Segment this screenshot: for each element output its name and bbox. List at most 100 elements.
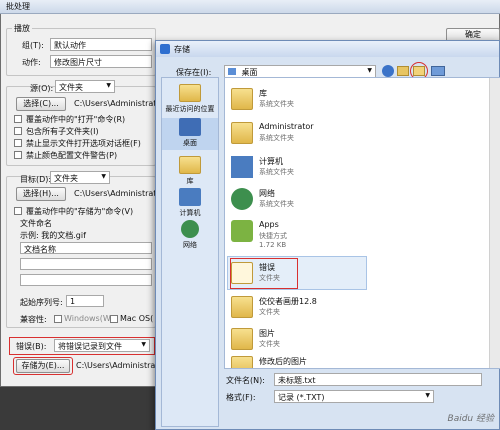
- filename-label: 文件名(N):: [226, 376, 265, 385]
- error-folder-icon: [231, 262, 253, 284]
- check-subfolders-label: 包含所有子文件夹(I): [26, 127, 99, 136]
- dest-value: 文件夹: [54, 174, 78, 183]
- naming-field-2[interactable]: [20, 258, 152, 270]
- naming-field-3[interactable]: [20, 274, 152, 286]
- dest-path: C:\Users\Administrator: [74, 189, 156, 198]
- check-subfolders[interactable]: [14, 127, 22, 135]
- play-group: [6, 28, 156, 76]
- start-serial-input[interactable]: 1: [66, 295, 104, 307]
- file-type: 快捷方式: [259, 232, 287, 240]
- play-group-legend: 播放: [12, 23, 32, 34]
- example-text: 示例: 我的文档.gif: [20, 231, 86, 240]
- file-item[interactable]: 图片 文件夹: [229, 326, 369, 354]
- action-select[interactable]: 修改图片尺寸: [50, 55, 152, 68]
- place-desktop-label: 桌面: [183, 139, 197, 147]
- check-override-open[interactable]: [14, 115, 22, 123]
- file-list-scrollbar[interactable]: [489, 78, 500, 368]
- chevron-down-icon: ▼: [367, 67, 372, 74]
- file-item[interactable]: 网络 系统文件夹: [229, 186, 369, 214]
- view-menu-icon[interactable]: [431, 66, 445, 76]
- computer-icon: [179, 188, 201, 206]
- format-value: 记录 (*.TXT): [278, 393, 325, 402]
- network-icon: [231, 188, 253, 210]
- place-libraries[interactable]: 库: [162, 156, 218, 186]
- action-value: 修改图片尺寸: [54, 58, 102, 67]
- chevron-down-icon: ▼: [106, 82, 111, 89]
- place-computer-label: 计算机: [179, 209, 201, 217]
- new-folder-icon[interactable]: [413, 66, 425, 76]
- file-name: Apps: [259, 220, 279, 229]
- source-choose-button[interactable]: 选择(C)...: [16, 97, 66, 111]
- dest-label: 目标(D):: [20, 175, 52, 184]
- action-label: 动作:: [22, 58, 41, 67]
- file-item[interactable]: 错误 文件夹: [229, 260, 369, 288]
- file-name: 佼佼者画册12.8: [259, 297, 317, 306]
- dest-choose-button[interactable]: 选择(H)...: [16, 187, 66, 201]
- place-recent-label: 最近访问的位置: [165, 105, 215, 113]
- file-item[interactable]: 计算机 系统文件夹: [229, 154, 369, 182]
- file-item[interactable]: 修改后的图片: [229, 354, 369, 368]
- file-size: 1.72 KB: [259, 241, 287, 249]
- check-compat-windows[interactable]: [54, 315, 62, 323]
- place-network-label: 网络: [183, 241, 197, 249]
- up-folder-icon[interactable]: [397, 66, 409, 76]
- file-type: 系统文件夹: [259, 200, 294, 208]
- source-select[interactable]: 文件夹 ▼: [55, 80, 115, 93]
- save-in-value: 桌面: [241, 68, 258, 77]
- file-item[interactable]: Apps 快捷方式 1.72 KB: [229, 218, 369, 254]
- dest-select[interactable]: 文件夹 ▼: [50, 171, 110, 184]
- chevron-down-icon: ▼: [101, 173, 106, 180]
- source-label: 源(O):: [30, 84, 54, 93]
- batch-titlebar: 批处理: [0, 0, 500, 14]
- chevron-down-icon: ▼: [425, 392, 430, 399]
- compat-label: 兼容性:: [20, 315, 47, 324]
- save-dialog: 存储 保存在(I): 桌面 ▼ 最近访问的位置 桌面 库 计算机 网络 库系统文…: [155, 40, 500, 430]
- file-item[interactable]: 库系统文件夹: [229, 86, 369, 114]
- desktop-icon: [179, 118, 201, 136]
- compat-windows-label: Windows(W): [64, 314, 114, 323]
- file-name: Administrator: [259, 122, 314, 131]
- errors-label: 错误(B):: [16, 342, 47, 351]
- file-name: 错误: [259, 263, 275, 272]
- file-type: 系统文件夹: [259, 134, 294, 142]
- computer-icon: [231, 156, 253, 178]
- app-icon: [160, 44, 170, 54]
- back-icon[interactable]: [382, 65, 394, 77]
- places-bar: 最近访问的位置 桌面 库 计算机 网络: [161, 77, 219, 427]
- place-computer[interactable]: 计算机: [162, 188, 218, 218]
- check-suppress-color-label: 禁止颜色配置文件警告(P): [26, 151, 118, 160]
- file-type: 系统文件夹: [259, 168, 294, 176]
- check-compat-macos[interactable]: [110, 315, 118, 323]
- libraries-icon: [179, 156, 201, 174]
- save-as-path: C:\Users\Administrator: [76, 361, 156, 370]
- batch-title: 批处理: [6, 2, 30, 11]
- save-dialog-titlebar: 存储: [156, 41, 499, 57]
- place-desktop[interactable]: 桌面: [162, 118, 218, 150]
- set-value: 默认动作: [54, 41, 86, 50]
- apps-shortcut-icon: [231, 220, 253, 242]
- file-list[interactable]: 库系统文件夹 Administrator 系统文件夹 计算机 系统文件夹 网络 系统文…: [224, 77, 500, 369]
- check-override-save-label: 覆盖动作中的"存储为"命令(V): [26, 207, 134, 216]
- naming-field-1[interactable]: 文档名称: [20, 242, 152, 254]
- set-select[interactable]: 默认动作: [50, 38, 152, 51]
- check-suppress-color[interactable]: [14, 151, 22, 159]
- start-serial-label: 起始序列号:: [20, 298, 63, 307]
- file-type: 系统文件夹: [259, 100, 294, 108]
- place-recent[interactable]: 最近访问的位置: [162, 84, 218, 114]
- source-value: 文件夹: [59, 83, 83, 92]
- save-as-button[interactable]: 存储为(E)...: [16, 359, 70, 373]
- file-item[interactable]: Administrator 系统文件夹: [229, 120, 369, 148]
- start-serial-value: 1: [70, 297, 76, 306]
- file-type: 文件夹: [259, 308, 280, 316]
- check-override-open-label: 覆盖动作中的"打开"命令(R): [26, 115, 126, 124]
- compat-macos-label: Mac OS(: [120, 314, 154, 323]
- format-select[interactable]: 记录 (*.TXT) ▼: [274, 390, 434, 403]
- chevron-down-icon: ▼: [141, 341, 146, 348]
- check-suppress-open[interactable]: [14, 139, 22, 147]
- file-item[interactable]: 佼佼者画册12.8 文件夹: [229, 294, 369, 322]
- check-override-save[interactable]: [14, 207, 22, 215]
- place-network[interactable]: 网络: [162, 220, 218, 250]
- errors-select[interactable]: 将错误记录到文件 ▼: [54, 339, 150, 352]
- file-name: 库: [259, 89, 267, 98]
- filename-input[interactable]: 未标题.txt: [274, 373, 482, 386]
